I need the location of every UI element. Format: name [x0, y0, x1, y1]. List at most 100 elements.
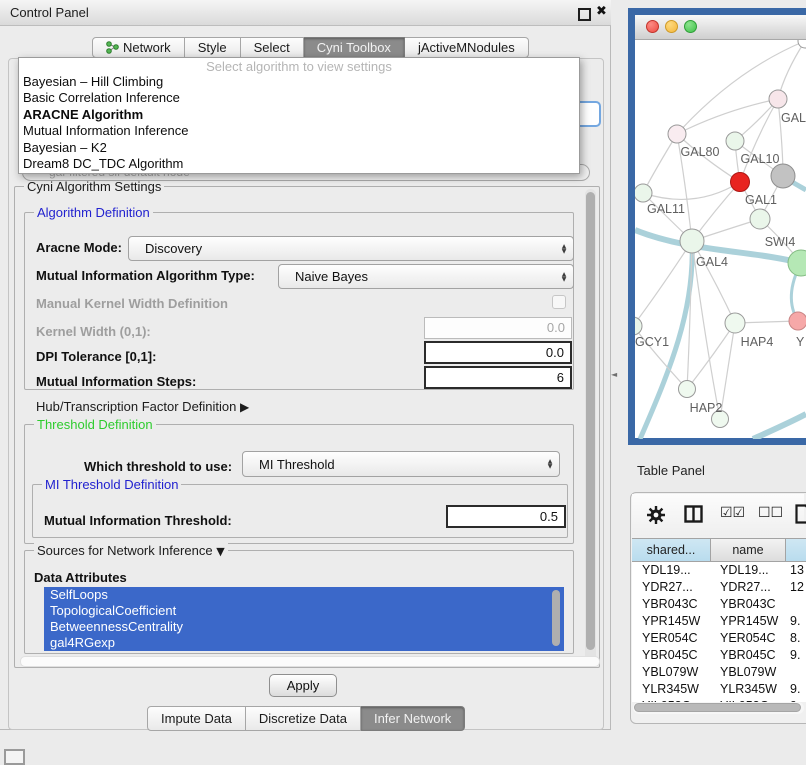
network-node-salmon[interactable]	[789, 312, 806, 330]
tab-network[interactable]: Network	[92, 37, 185, 58]
network-node-gal80[interactable]	[668, 125, 686, 143]
column-header-name[interactable]: name	[711, 538, 786, 562]
dropdown-item[interactable]: Basic Correlation Inference	[19, 90, 579, 106]
control-panel-title: Control Panel	[10, 5, 89, 20]
svg-text:GAL1: GAL1	[745, 193, 777, 207]
table-hscrollbar-thumb[interactable]	[634, 703, 801, 712]
tab-impute-data[interactable]: Impute Data	[147, 706, 246, 731]
combo-arrows-icon: ▲▼	[541, 459, 559, 469]
network-node-gray[interactable]	[771, 164, 795, 188]
tab-discretize-data[interactable]: Discretize Data	[246, 706, 361, 731]
table-row[interactable]: YDL19...YDL19...13	[632, 562, 806, 579]
table-panel-title: Table Panel	[637, 463, 705, 478]
svg-text:GCY1: GCY1	[635, 335, 669, 349]
svg-text:GAL4: GAL4	[696, 255, 728, 269]
tab-cyni-toolbox[interactable]: Cyni Toolbox	[304, 37, 405, 58]
minimize-window-icon[interactable]	[665, 20, 678, 33]
table-row[interactable]: YBR043CYBR043C	[632, 596, 806, 613]
unchecked-checkboxes-icon[interactable]: ☐☐	[758, 505, 783, 521]
which-threshold-label: Which threshold to use:	[84, 459, 232, 474]
svg-text:Y: Y	[796, 335, 805, 349]
table-row[interactable]: YPR145WYPR145W9.	[632, 613, 806, 630]
dropdown-item-selected[interactable]: ARACNE Algorithm	[19, 107, 579, 123]
data-attributes-list: SelfLoops TopologicalCoefficient Between…	[44, 587, 564, 651]
column-header-shared-name[interactable]: shared...	[632, 538, 711, 562]
network-node-hap4[interactable]	[725, 313, 745, 333]
table-row[interactable]: YBL079WYBL079W	[632, 664, 806, 681]
svg-text:HAP4: HAP4	[741, 335, 774, 349]
kernel-width-field: 0.0	[424, 317, 572, 339]
checked-checkboxes-icon[interactable]: ☑☑	[720, 505, 745, 521]
gear-icon[interactable]	[646, 505, 666, 525]
network-view-window[interactable]: GAL GAL80 GAL10 GAL1 GAL11 SWI4 GAL4 GCY…	[628, 8, 806, 445]
float-window-icon[interactable]	[578, 8, 591, 21]
network-canvas[interactable]: GAL GAL80 GAL10 GAL1 GAL11 SWI4 GAL4 GCY…	[635, 40, 806, 439]
table-toolbar: ☑☑ ☐☐	[632, 494, 804, 536]
network-node-gal11[interactable]	[635, 184, 652, 202]
mi-algorithm-type-label: Mutual Information Algorithm Type:	[36, 268, 255, 283]
table-row[interactable]: YLR345WYLR345W9.	[632, 681, 806, 698]
dropdown-item[interactable]: Bayesian – Hill Climbing	[19, 74, 579, 90]
dropdown-item[interactable]: Mutual Information Inference	[19, 123, 579, 139]
dpi-tolerance-label: DPI Tolerance [0,1]:	[36, 349, 156, 364]
aracne-mode-label: Aracne Mode:	[36, 240, 122, 255]
sources-group-title[interactable]: Sources for Network Inference ▼	[34, 543, 228, 558]
table-body: YDL19...YDL19...13 YDR27...YDR27...12 YB…	[632, 562, 806, 702]
algorithm-definition-title: Algorithm Definition	[34, 205, 153, 220]
aracne-mode-combo[interactable]: Discovery ▲▼	[128, 236, 574, 261]
svg-text:GAL80: GAL80	[681, 145, 720, 159]
expanded-arrow-icon: ▼	[216, 545, 224, 558]
mi-threshold-field[interactable]: 0.5	[446, 505, 566, 528]
settings-group-title: Cyni Algorithm Settings	[24, 179, 164, 194]
tab-jactivemnodules[interactable]: jActiveMNodules	[405, 37, 529, 58]
attribute-item[interactable]: SelfLoops	[44, 587, 564, 603]
network-node-red[interactable]	[731, 173, 750, 192]
which-threshold-combo[interactable]: MI Threshold ▲▼	[242, 451, 560, 477]
control-panel-titlebar: Control Panel ✖	[0, 0, 611, 26]
mi-algorithm-type-combo[interactable]: Naive Bayes ▲▼	[278, 264, 574, 289]
dropdown-item[interactable]: Bayesian – K2	[19, 140, 579, 156]
dpi-tolerance-field[interactable]: 0.0	[424, 341, 572, 364]
network-node-gal1[interactable]	[750, 209, 770, 229]
tab-infer-network[interactable]: Infer Network	[361, 706, 465, 731]
table-row[interactable]: YER054CYER054C8.	[632, 630, 806, 647]
network-node-hap2[interactable]	[679, 381, 696, 398]
attribute-item[interactable]: BetweennessCentrality	[44, 619, 564, 635]
manual-kernel-width-checkbox	[552, 295, 566, 309]
table-row[interactable]: YDR27...YDR27...12	[632, 579, 806, 596]
table-row[interactable]: YBR045CYBR045C9.	[632, 647, 806, 664]
settings-hscrollbar[interactable]	[20, 656, 600, 667]
tab-select[interactable]: Select	[241, 37, 304, 58]
collapsed-arrow-icon: ▶	[240, 400, 249, 414]
attribute-list-scrollbar[interactable]	[552, 590, 560, 646]
close-window-icon[interactable]	[646, 20, 659, 33]
network-node-swi4[interactable]	[788, 250, 806, 276]
settings-scrollbar-thumb[interactable]	[586, 192, 595, 650]
apply-button[interactable]: Apply	[269, 674, 337, 697]
tab-style[interactable]: Style	[185, 37, 241, 58]
close-panel-icon[interactable]: ✖	[596, 4, 607, 19]
column-header-clipped[interactable]	[786, 538, 806, 562]
combo-arrows-icon: ▲▼	[555, 244, 573, 254]
zoom-window-icon[interactable]	[684, 20, 697, 33]
network-node-gal10[interactable]	[726, 132, 744, 150]
network-window-titlebar[interactable]	[635, 15, 806, 40]
mi-steps-field[interactable]: 6	[424, 366, 572, 389]
panel-grip-icon[interactable]	[4, 749, 25, 765]
splitter-handle-icon[interactable]: ◄	[611, 370, 617, 379]
svg-text:SWI4: SWI4	[765, 235, 796, 249]
attribute-item[interactable]: gal4RGexp	[44, 635, 564, 651]
attribute-item[interactable]: TopologicalCoefficient	[44, 603, 564, 619]
dropdown-item[interactable]: Dream8 DC_TDC Algorithm	[19, 156, 579, 172]
data-attributes-label: Data Attributes	[34, 570, 127, 585]
table-hscrollbar[interactable]	[633, 702, 804, 714]
hub-section-toggle[interactable]: Hub/Transcription Factor Definition ▶	[36, 399, 249, 414]
page-icon[interactable]	[795, 504, 806, 524]
network-node-gal7[interactable]	[769, 90, 787, 108]
network-node-labels: GAL GAL80 GAL10 GAL1 GAL11 SWI4 GAL4 GCY…	[635, 111, 806, 415]
split-columns-icon[interactable]	[684, 505, 703, 523]
network-node-gal4[interactable]	[680, 229, 704, 253]
network-node[interactable]	[798, 40, 806, 48]
network-node-gcy1[interactable]	[635, 317, 642, 335]
network-nodes[interactable]	[635, 40, 806, 428]
